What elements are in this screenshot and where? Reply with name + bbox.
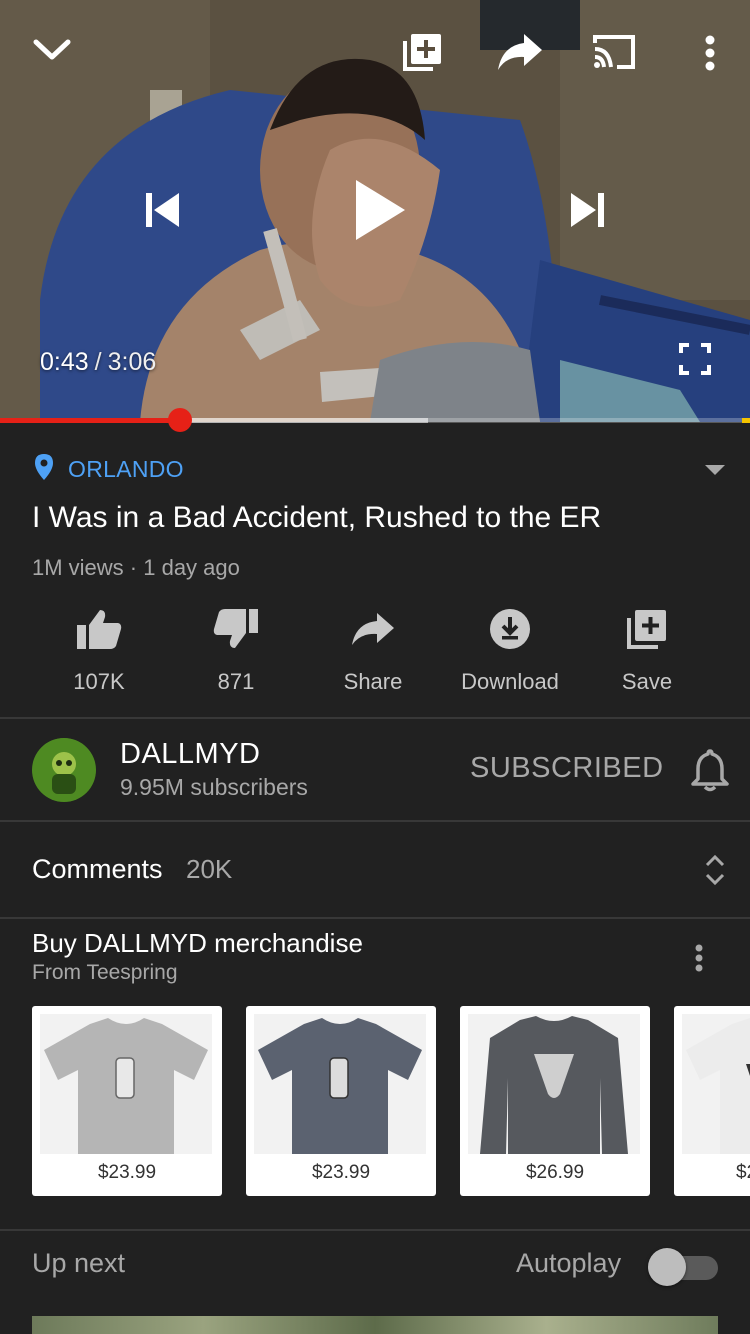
share-icon (496, 32, 544, 72)
add-to-queue-button[interactable] (398, 28, 446, 76)
expand-description-button[interactable] (704, 463, 726, 481)
merch-price: $23.99 (311, 1162, 371, 1183)
merch-card[interactable]: $26.99 (460, 1006, 650, 1196)
share-label: Share (343, 669, 403, 694)
divider (0, 1229, 750, 1231)
like-count: 107K (73, 669, 125, 694)
location-label: ORLANDO (68, 456, 184, 482)
comments-section-button[interactable]: Comments 20K (0, 822, 750, 918)
download-label: Download (461, 669, 559, 694)
channel-row: DALLMYD 9.95M subscribers SUBSCRIBED (0, 720, 750, 820)
chevron-down-icon (33, 38, 71, 62)
fullscreen-button[interactable] (672, 336, 718, 382)
location-link[interactable]: ORLANDO (34, 453, 184, 486)
up-next-label: Up next (32, 1248, 126, 1278)
merch-shelf: Buy DALLMYD merchandise From Teespring $… (0, 920, 750, 1230)
more-options-button[interactable] (690, 30, 730, 76)
location-pin-icon (34, 453, 54, 486)
play-icon (352, 177, 408, 243)
add-to-playlist-icon (626, 605, 668, 653)
fullscreen-icon (679, 343, 711, 375)
video-title: I Was in a Bad Accident, Rushed to the E… (32, 501, 602, 534)
next-icon (567, 191, 607, 229)
download-button[interactable]: Download (441, 605, 579, 695)
tshirt-image (40, 1014, 212, 1154)
bell-icon (690, 749, 730, 796)
video-player[interactable]: 0:43/3:06 (0, 0, 750, 422)
merch-card[interactable]: $2 (674, 1006, 750, 1196)
dislike-count: 871 (217, 669, 255, 694)
save-label: Save (621, 669, 673, 694)
download-icon (489, 605, 531, 653)
up-next-video-thumbnail[interactable] (32, 1316, 718, 1334)
play-button[interactable] (340, 170, 420, 250)
toggle-knob (648, 1248, 686, 1286)
minimize-button[interactable] (24, 26, 80, 74)
cast-icon (591, 33, 637, 71)
divider (0, 917, 750, 919)
action-bar: 107K 871 Share Download Save (30, 605, 720, 695)
merch-price: $26.99 (525, 1162, 585, 1183)
share-top-button[interactable] (494, 28, 546, 76)
caret-down-icon (704, 463, 726, 480)
progress-scrubber[interactable] (168, 408, 192, 432)
merch-subtitle: From Teespring (32, 961, 178, 984)
comments-count: 20K (186, 854, 233, 884)
divider (0, 717, 750, 719)
progress-bar[interactable] (0, 418, 750, 423)
cast-button[interactable] (588, 28, 640, 76)
video-meta: 1M views · 1 day ago (32, 555, 240, 580)
thumb-down-icon (213, 605, 259, 653)
dislike-button[interactable]: 871 (167, 605, 305, 695)
share-icon (350, 605, 396, 653)
subscriber-count: 9.95M subscribers (120, 774, 308, 800)
notification-bell-button[interactable] (690, 748, 730, 797)
autoplay-label: Autoplay (516, 1248, 622, 1278)
save-button[interactable]: Save (578, 605, 716, 695)
expand-collapse-icon (704, 854, 726, 891)
sweatshirt-image (468, 1014, 640, 1154)
time-separator: / (94, 348, 102, 376)
merch-card[interactable]: $23.99 (32, 1006, 222, 1196)
up-next-header: Up next Autoplay (0, 1232, 750, 1302)
more-vert-icon (704, 35, 716, 71)
share-button[interactable]: Share (304, 605, 442, 695)
thumb-up-icon (76, 605, 122, 653)
channel-avatar[interactable] (32, 738, 96, 802)
like-button[interactable]: 107K (30, 605, 168, 695)
comments-label: Comments (32, 854, 163, 884)
previous-icon (143, 191, 183, 229)
progress-played (0, 418, 180, 423)
next-button[interactable] (560, 182, 614, 238)
add-to-playlist-icon (401, 31, 443, 73)
merch-more-button[interactable] (694, 944, 704, 977)
merch-price: $23.99 (97, 1162, 157, 1183)
previous-button[interactable] (136, 182, 190, 238)
time-display: 0:43/3:06 (40, 348, 156, 377)
current-time: 0:43 (40, 348, 89, 376)
autoplay-toggle[interactable] (648, 1248, 720, 1286)
merch-card[interactable]: $23.99 (246, 1006, 436, 1196)
tshirt-image (254, 1014, 426, 1154)
channel-name[interactable]: DALLMYD (120, 738, 261, 771)
more-vert-icon (694, 944, 704, 976)
youtube-watch-page: 0:43/3:06 ORLANDO I Was in a Bad Acciden… (0, 0, 750, 1334)
subscribed-button[interactable]: SUBSCRIBED (470, 752, 664, 785)
merch-title: Buy DALLMYD merchandise (32, 928, 363, 958)
tshirt-image (682, 1014, 750, 1154)
progress-end-marker (742, 418, 750, 423)
duration: 3:06 (107, 348, 157, 376)
merch-price: $2 (736, 1162, 750, 1183)
